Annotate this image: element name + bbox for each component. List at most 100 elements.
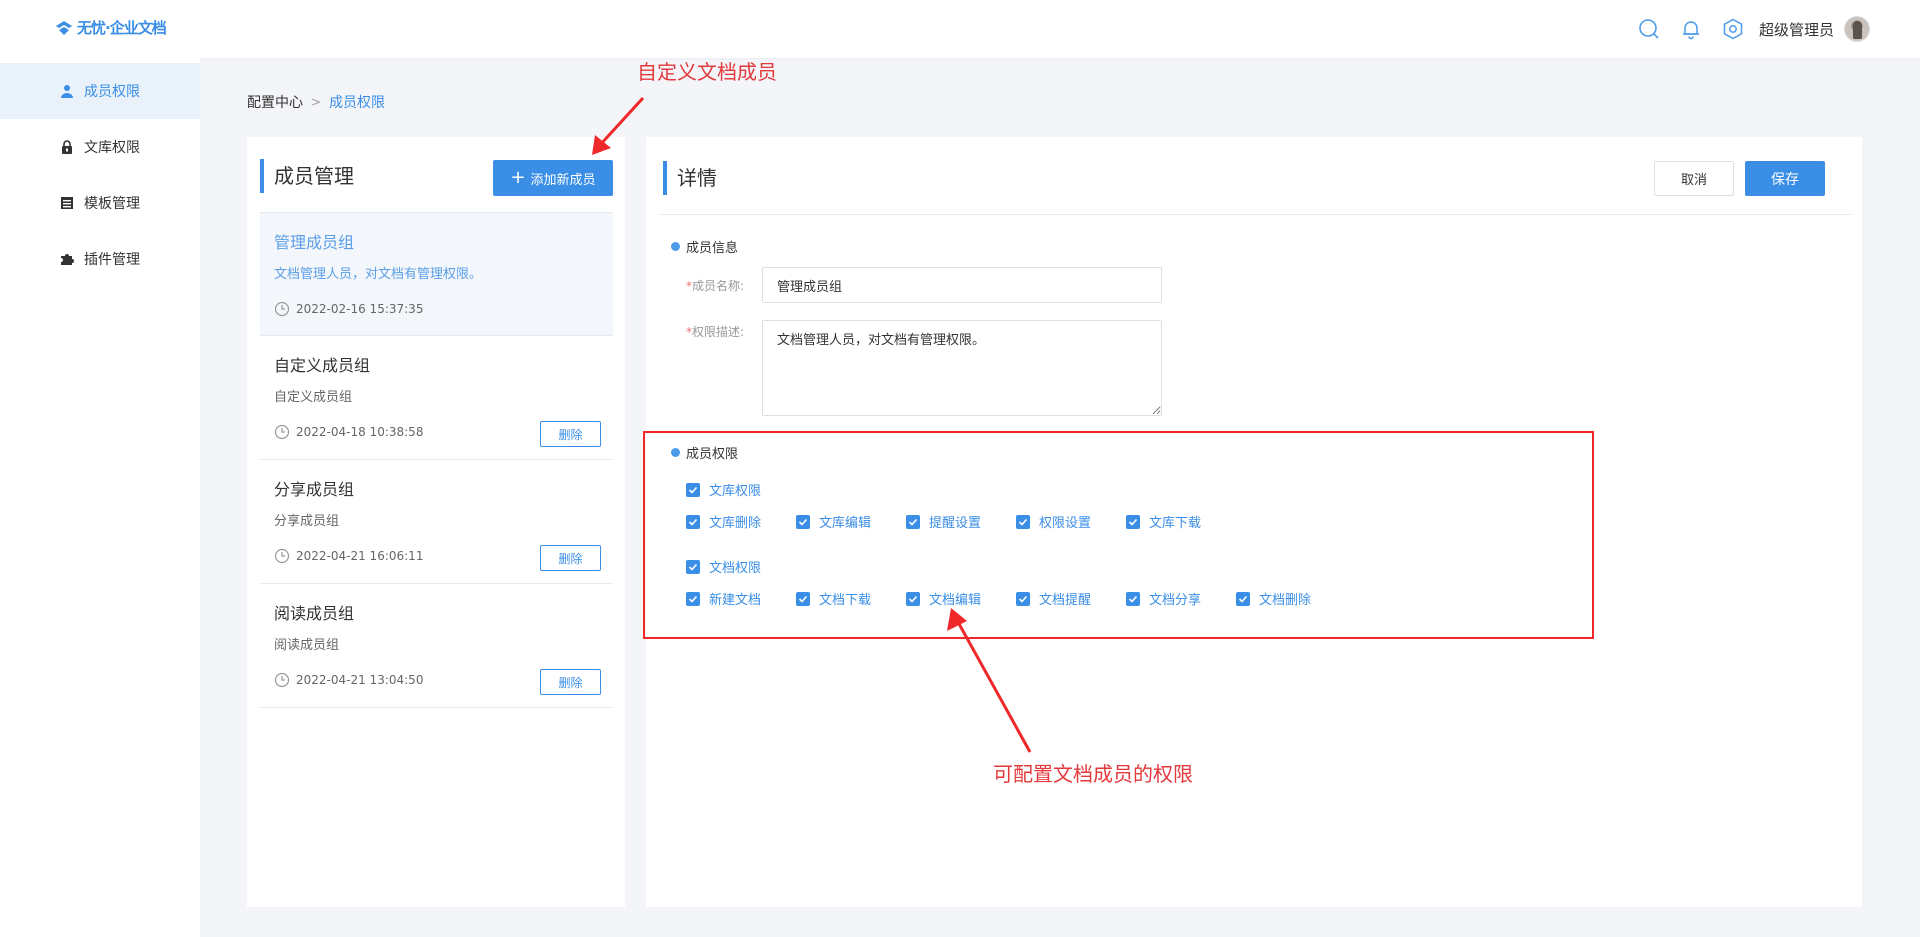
checkbox-label: 文库删除 bbox=[709, 516, 762, 531]
checkbox-label: 文档删除 bbox=[1259, 593, 1312, 608]
list-item[interactable]: 分享成员组 分享成员组 2022-04-21 16:06:11 删除 bbox=[260, 460, 613, 584]
group-timestamp: 2022-04-21 16:06:11 bbox=[296, 549, 424, 563]
member-permission-section: 成员权限 bbox=[671, 443, 738, 462]
list-item[interactable]: 管理成员组 文档管理人员，对文档有管理权限。 2022-02-16 15:37:… bbox=[260, 212, 613, 336]
checkbox-label: 文档提醒 bbox=[1039, 593, 1092, 608]
group-time: 2022-04-21 16:06:11 bbox=[274, 548, 423, 564]
checkbox-label: 文库权限 bbox=[709, 484, 762, 499]
member-management-panel: 成员管理 + 添加新成员 管理成员组 文档管理人员，对文档有管理权限。 2022… bbox=[247, 137, 625, 907]
check-icon bbox=[686, 514, 700, 529]
group-desc: 文档管理人员，对文档有管理权限。 bbox=[274, 267, 483, 282]
doc-permission-items: 新建文档 文档下载 文档编辑 文档提醒 文档分享 文档删除 bbox=[686, 589, 1346, 608]
check-icon bbox=[796, 591, 810, 606]
doc-reminder-checkbox[interactable]: 文档提醒 bbox=[1016, 589, 1126, 608]
member-info-section: 成员信息 bbox=[671, 237, 738, 256]
clock-icon bbox=[274, 672, 290, 688]
check-icon bbox=[1016, 591, 1030, 606]
check-icon bbox=[1126, 591, 1140, 606]
checkbox-label: 文档权限 bbox=[709, 561, 762, 576]
checkbox-label: 文库下载 bbox=[1149, 516, 1202, 531]
library-download-checkbox[interactable]: 文库下载 bbox=[1126, 512, 1236, 531]
check-icon bbox=[796, 514, 810, 529]
doc-download-checkbox[interactable]: 文档下载 bbox=[796, 589, 906, 608]
reminder-setting-checkbox[interactable]: 提醒设置 bbox=[906, 512, 1016, 531]
group-name: 自定义成员组 bbox=[274, 356, 371, 375]
sidebar-item-label: 模板管理 bbox=[84, 196, 140, 212]
bullet-dot bbox=[671, 242, 680, 251]
check-icon bbox=[1016, 514, 1030, 529]
checkbox-label: 文档编辑 bbox=[929, 593, 982, 608]
add-member-button[interactable]: + 添加新成员 bbox=[493, 160, 613, 196]
delete-button[interactable]: 删除 bbox=[540, 421, 601, 447]
check-icon bbox=[686, 482, 700, 497]
library-edit-checkbox[interactable]: 文库编辑 bbox=[796, 512, 906, 531]
search-icon[interactable] bbox=[1637, 17, 1661, 41]
doc-share-checkbox[interactable]: 文档分享 bbox=[1126, 589, 1236, 608]
group-desc: 自定义成员组 bbox=[274, 390, 353, 405]
permission-desc-label: *权限描述: bbox=[686, 325, 745, 339]
breadcrumb-current: 成员权限 bbox=[329, 95, 386, 111]
member-name-input[interactable] bbox=[762, 267, 1162, 303]
avatar[interactable] bbox=[1844, 16, 1870, 42]
group-timestamp: 2022-02-16 15:37:35 bbox=[296, 302, 424, 316]
permission-desc-textarea[interactable]: 文档管理人员，对文档有管理权限。 bbox=[762, 320, 1162, 416]
group-time: 2022-02-16 15:37:35 bbox=[274, 301, 423, 317]
group-name: 阅读成员组 bbox=[274, 604, 355, 623]
section-title: 成员权限 bbox=[686, 447, 739, 462]
template-icon bbox=[60, 196, 74, 210]
group-timestamp: 2022-04-21 13:04:50 bbox=[296, 673, 424, 687]
sidebar-item-label: 文库权限 bbox=[84, 140, 140, 156]
logo-text: 无忧·企业文档 bbox=[77, 19, 167, 37]
chevron-right-icon: > bbox=[311, 95, 322, 109]
doc-permission-checkbox[interactable]: 文档权限 bbox=[686, 557, 796, 576]
cancel-button[interactable]: 取消 bbox=[1654, 161, 1734, 196]
permission-desc-label-text: 权限描述: bbox=[692, 325, 745, 339]
doc-edit-checkbox[interactable]: 文档编辑 bbox=[906, 589, 1016, 608]
lock-icon bbox=[60, 140, 74, 154]
clock-icon bbox=[274, 424, 290, 440]
divider bbox=[659, 214, 1852, 215]
add-member-label: 添加新成员 bbox=[530, 172, 596, 188]
library-delete-checkbox[interactable]: 文库删除 bbox=[686, 512, 796, 531]
gear-icon[interactable] bbox=[1721, 17, 1745, 41]
clock-icon bbox=[274, 548, 290, 564]
library-permission-checkbox[interactable]: 文库权限 bbox=[686, 480, 796, 499]
section-title: 成员信息 bbox=[686, 241, 739, 256]
breadcrumb-root[interactable]: 配置中心 bbox=[247, 92, 303, 112]
sidebar-item-plugin-management[interactable]: 插件管理 bbox=[0, 231, 200, 287]
sidebar-item-library-permission[interactable]: 文库权限 bbox=[0, 119, 200, 175]
checkbox-label: 文档分享 bbox=[1149, 593, 1202, 608]
sidebar-item-member-permission[interactable]: 成员权限 bbox=[0, 63, 200, 119]
new-doc-checkbox[interactable]: 新建文档 bbox=[686, 589, 796, 608]
panel-title: 成员管理 bbox=[260, 159, 354, 193]
list-item[interactable]: 阅读成员组 阅读成员组 2022-04-21 13:04:50 删除 bbox=[260, 584, 613, 708]
bell-icon[interactable] bbox=[1679, 17, 1703, 41]
check-icon bbox=[686, 559, 700, 574]
library-permission-items: 文库删除 文库编辑 提醒设置 权限设置 文库下载 bbox=[686, 512, 1236, 531]
breadcrumb: 配置中心 > 成员权限 bbox=[247, 92, 385, 112]
annotation-configure-permission: 可配置文档成员的权限 bbox=[993, 762, 1193, 786]
delete-button[interactable]: 删除 bbox=[540, 545, 601, 571]
logo-icon bbox=[56, 20, 72, 35]
sidebar-item-label: 成员权限 bbox=[84, 84, 140, 100]
sidebar-item-label: 插件管理 bbox=[84, 252, 140, 268]
top-bar: 无忧·企业文档 超级管理员 bbox=[0, 0, 1920, 58]
list-item[interactable]: 自定义成员组 自定义成员组 2022-04-18 10:38:58 删除 bbox=[260, 336, 613, 460]
app-logo[interactable]: 无忧·企业文档 bbox=[54, 17, 167, 38]
group-desc: 分享成员组 bbox=[274, 514, 340, 529]
check-icon bbox=[1126, 514, 1140, 529]
clock-icon bbox=[274, 301, 290, 317]
library-permission-group: 文库权限 bbox=[686, 480, 796, 499]
user-icon bbox=[60, 84, 74, 98]
username[interactable]: 超级管理员 bbox=[1759, 19, 1834, 40]
group-timestamp: 2022-04-18 10:38:58 bbox=[296, 425, 424, 439]
member-name-label: *成员名称: bbox=[686, 279, 745, 293]
doc-delete-checkbox[interactable]: 文档删除 bbox=[1236, 589, 1346, 608]
member-name-label-text: 成员名称: bbox=[692, 279, 745, 293]
delete-button[interactable]: 删除 bbox=[540, 669, 601, 695]
save-button[interactable]: 保存 bbox=[1745, 161, 1825, 196]
sidebar-item-template-management[interactable]: 模板管理 bbox=[0, 175, 200, 231]
check-icon bbox=[686, 591, 700, 606]
checkbox-label: 权限设置 bbox=[1039, 516, 1092, 531]
permission-setting-checkbox[interactable]: 权限设置 bbox=[1016, 512, 1126, 531]
